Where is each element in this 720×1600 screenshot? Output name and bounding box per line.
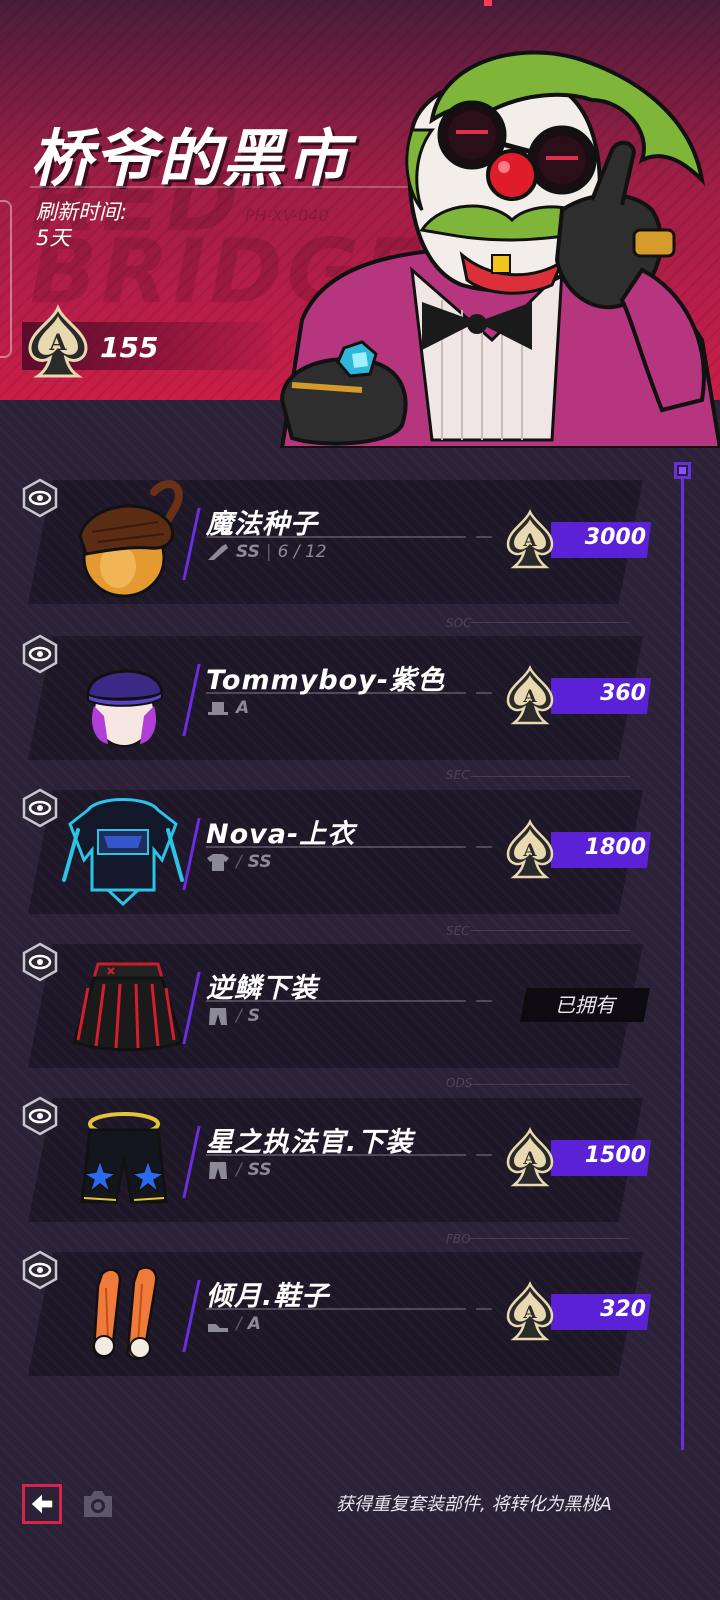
svg-text:A: A xyxy=(48,330,67,356)
item-price: 1500 xyxy=(584,1143,646,1168)
eye-icon[interactable] xyxy=(20,942,60,982)
svg-text:A: A xyxy=(522,841,537,861)
item-grade: SS xyxy=(247,1160,272,1180)
item-price: 1800 xyxy=(584,835,646,860)
bg-deco-label: SEC xyxy=(446,924,470,938)
item-name-underline xyxy=(206,1154,492,1156)
jacket-icon xyxy=(62,798,184,907)
item-meta: / A xyxy=(206,1314,261,1334)
scrollbar-thumb[interactable] xyxy=(674,462,691,479)
shop-item[interactable]: 魔法种子 SS | 6 / 12 3000 A xyxy=(22,478,651,604)
bg-deco-line xyxy=(470,1238,630,1239)
item-meta: / SS xyxy=(206,852,272,872)
shoe-icon xyxy=(208,1324,228,1332)
top-marker xyxy=(484,0,492,6)
item-grade: SS xyxy=(247,852,272,872)
bg-deco-label: FBO xyxy=(446,1232,471,1246)
item-grade: A xyxy=(247,1314,261,1334)
item-grade: SS xyxy=(236,542,260,562)
back-arrow-icon[interactable] xyxy=(22,1484,62,1524)
meta-separator: / xyxy=(236,1160,242,1180)
spade-ace-icon: A xyxy=(506,509,554,569)
weapon-icon xyxy=(208,544,228,560)
refresh-value: 5天 xyxy=(36,226,71,250)
item-price: 360 xyxy=(600,681,646,706)
svg-text:A: A xyxy=(522,687,537,707)
acorn-icon xyxy=(78,480,183,598)
scrollbar-track[interactable] xyxy=(681,470,684,1450)
bg-deco-label: SOC xyxy=(446,616,472,630)
item-meta: / SS xyxy=(206,1160,272,1180)
bg-deco-line xyxy=(470,1084,630,1085)
camera-icon[interactable] xyxy=(80,1488,116,1520)
bg-deco-label: SEC xyxy=(446,768,470,782)
item-meta: SS | 6 / 12 xyxy=(206,542,327,562)
mascot-illustration xyxy=(279,50,720,448)
beanie-hat-icon xyxy=(86,669,164,747)
eye-icon[interactable] xyxy=(20,478,60,518)
spade-ace-icon: A xyxy=(506,1281,554,1341)
hat-icon xyxy=(208,702,228,715)
item-grade: A xyxy=(236,698,250,718)
meta-separator: | xyxy=(265,542,272,562)
eye-icon[interactable] xyxy=(20,1250,60,1290)
meta-separator: / xyxy=(236,1314,242,1334)
svg-text:A: A xyxy=(522,531,537,551)
item-grade: S xyxy=(247,1006,260,1026)
shop-item[interactable]: 逆鳞下装 / S 已拥有 xyxy=(22,942,650,1068)
shop-item[interactable]: Nova-上衣 / SS 1800 A xyxy=(22,788,651,914)
item-meta: A xyxy=(206,698,249,718)
svg-text:A: A xyxy=(522,1303,537,1323)
spade-ace-icon: A xyxy=(506,665,554,725)
meta-separator: / xyxy=(236,1006,242,1026)
item-count: 6 / 12 xyxy=(277,542,327,562)
bg-deco-line xyxy=(470,930,630,931)
svg-text:A: A xyxy=(522,1149,537,1169)
pants-icon xyxy=(209,1162,227,1179)
item-name-underline xyxy=(206,1308,492,1310)
item-name-underline xyxy=(206,1000,492,1002)
shop-item[interactable]: 星之执法官.下装 / SS 1500 A xyxy=(22,1096,651,1222)
bg-deco-label: ODS xyxy=(446,1076,473,1090)
item-name-underline xyxy=(206,692,492,694)
meta-separator: / xyxy=(236,852,242,872)
owned-badge: 已拥有 xyxy=(520,988,650,1022)
pants-icon xyxy=(209,1008,227,1025)
footer-note: 获得重复套装部件, 将转化为黑桃A xyxy=(336,1494,612,1515)
shoes-icon xyxy=(92,1266,158,1361)
spade-ace-icon: A xyxy=(506,1127,554,1187)
currency-amount: 155 xyxy=(100,331,159,364)
item-price: 3000 xyxy=(584,525,646,550)
eye-icon[interactable] xyxy=(20,634,60,674)
eye-icon[interactable] xyxy=(20,788,60,828)
item-name-underline xyxy=(206,846,492,848)
spade-ace-icon: A xyxy=(28,304,88,378)
bg-deco-line xyxy=(470,776,630,777)
star-pants-icon xyxy=(80,1112,168,1204)
skirt-icon xyxy=(72,962,184,1051)
item-name-underline xyxy=(206,536,492,538)
shirt-icon xyxy=(207,854,229,871)
side-drawer-tab[interactable] xyxy=(0,200,12,358)
item-meta: / S xyxy=(206,1006,260,1026)
item-price: 320 xyxy=(600,1297,646,1322)
shop-item[interactable]: 倾月.鞋子 / A 320 A xyxy=(22,1250,651,1376)
bg-deco-line xyxy=(470,622,630,623)
eye-icon[interactable] xyxy=(20,1096,60,1136)
shop-item[interactable]: Tommyboy-紫色 A 360 A xyxy=(22,634,651,760)
spade-ace-icon: A xyxy=(506,819,554,879)
